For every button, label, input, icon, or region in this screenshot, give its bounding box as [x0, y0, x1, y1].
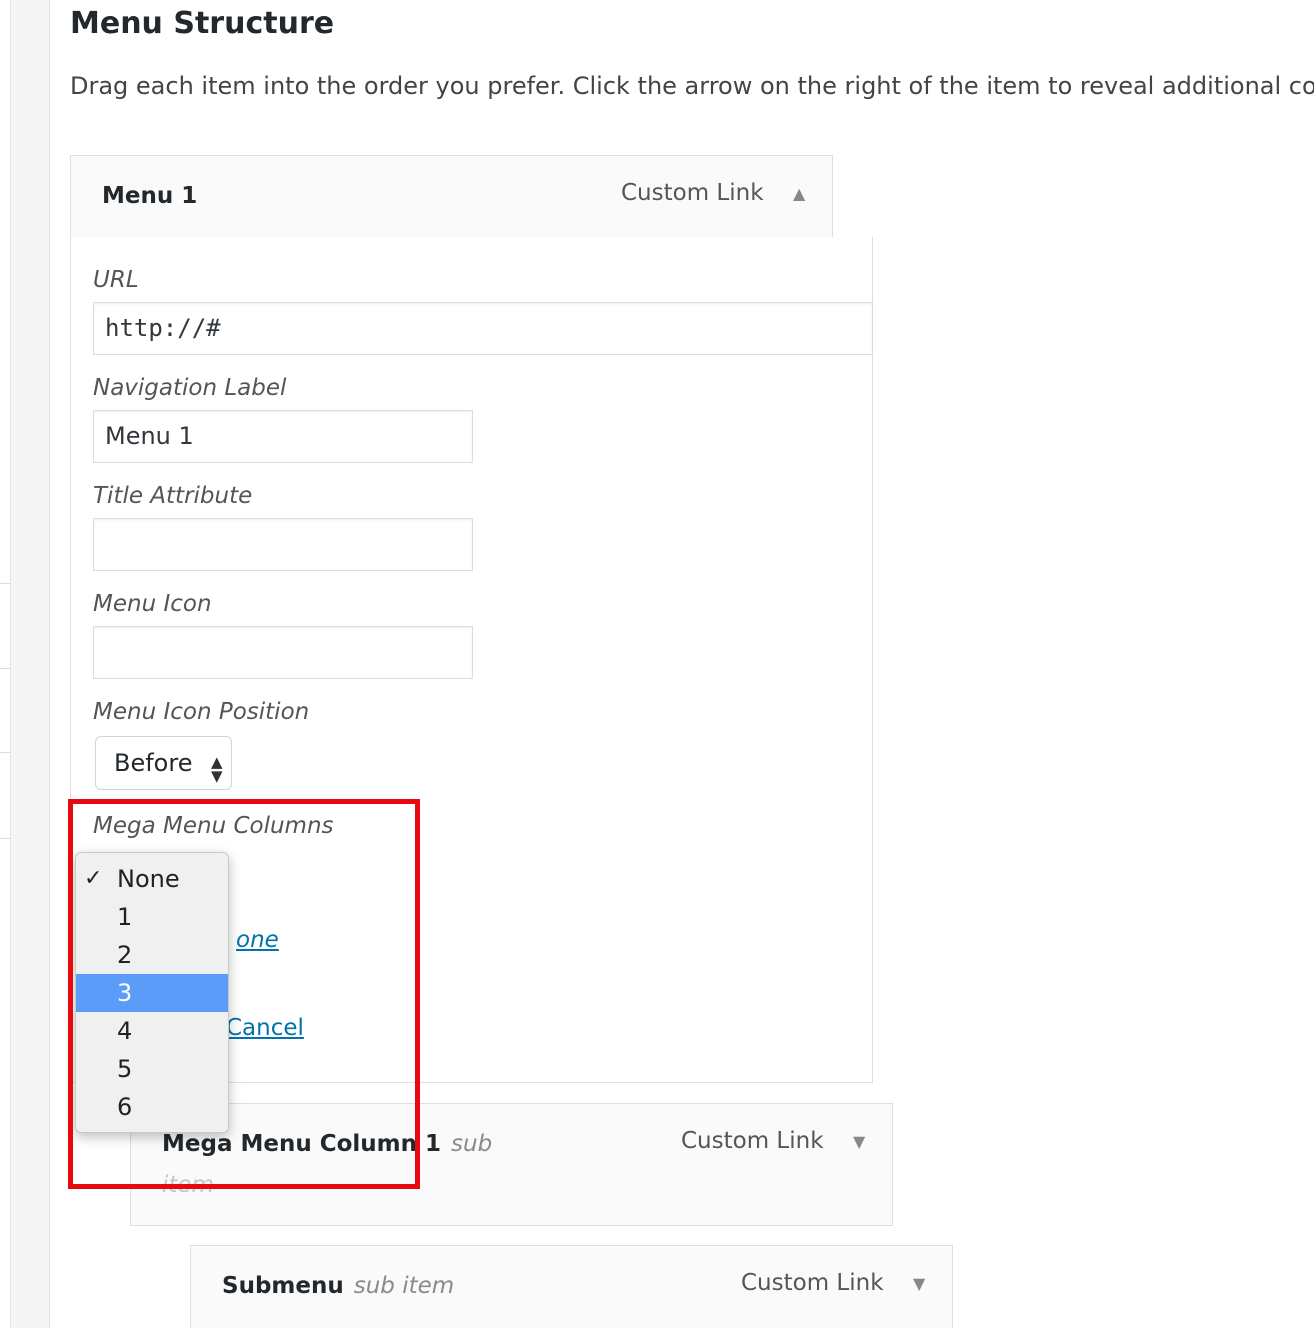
menu-item-title: Mega Menu Column 1 sub [162, 1131, 492, 1157]
admin-sidebar-edge [0, 0, 11, 1328]
menu-item-title-text: Mega Menu Column 1 [162, 1131, 442, 1157]
dropdown-option-label: 2 [117, 941, 133, 969]
dropdown-option-label: 3 [117, 979, 133, 1007]
navigation-label-label: Navigation Label [93, 375, 287, 401]
sidebar-divider [0, 838, 10, 839]
menu-item-title: Submenu sub item [222, 1273, 454, 1299]
left-gutter-panel [11, 0, 50, 1328]
menu-icon-input[interactable] [93, 626, 473, 679]
dropdown-option-label: 1 [117, 903, 133, 931]
dropdown-option-label: 6 [117, 1093, 133, 1121]
dropdown-option-label: 5 [117, 1055, 133, 1083]
sidebar-divider [0, 583, 10, 584]
triangle-up-icon[interactable]: ▲ [793, 184, 805, 203]
mega-menu-columns-label: Mega Menu Columns [93, 813, 334, 839]
menu-item-header-mega-menu-column-1[interactable]: Mega Menu Column 1 sub item Custom Link ▼ [130, 1103, 893, 1226]
triangle-down-icon[interactable]: ▼ [913, 1274, 925, 1293]
menu-icon-position-select[interactable]: Before ▲ ▼ [95, 736, 232, 790]
menu-icon-position-label: Menu Icon Position [93, 699, 310, 725]
triangle-down-icon[interactable]: ▼ [853, 1132, 865, 1151]
dropdown-option-1[interactable]: 1 [76, 898, 228, 936]
menu-icon-position-value: Before [114, 749, 193, 777]
menu-item-header-submenu[interactable]: Submenu sub item Custom Link ▼ [190, 1245, 953, 1328]
dropdown-option-none[interactable]: ✓ None [76, 860, 228, 898]
url-label: URL [93, 267, 139, 293]
menu-item-sub-label: sub [451, 1131, 493, 1157]
menu-item-type: Custom Link [741, 1270, 884, 1296]
checkmark-icon: ✓ [84, 866, 103, 891]
dropdown-option-5[interactable]: 5 [76, 1050, 228, 1088]
mega-menu-columns-dropdown[interactable]: ✓ None 1 2 3 4 5 6 [75, 852, 229, 1133]
dropdown-option-2[interactable]: 2 [76, 936, 228, 974]
navigation-label-input[interactable]: Menu 1 [93, 410, 473, 463]
menu-item-sub-label-overflow: item [162, 1172, 214, 1198]
menu-editor-main: Menu Structure Drag each item into the o… [50, 0, 1314, 1328]
menu-item-type: Custom Link [621, 180, 764, 206]
page-description: Drag each item into the order you prefer… [70, 72, 1314, 100]
menu-item-title-text: Submenu [222, 1273, 344, 1299]
menu-item-title: Menu 1 [102, 183, 198, 209]
dropdown-option-4[interactable]: 4 [76, 1012, 228, 1050]
title-attribute-input[interactable] [93, 518, 473, 571]
dropdown-option-6[interactable]: 6 [76, 1088, 228, 1126]
menu-item-header-menu-1[interactable]: Menu 1 Custom Link ▲ [70, 155, 833, 238]
page-title: Menu Structure [70, 6, 335, 41]
url-input[interactable]: http://# [93, 302, 873, 355]
dropdown-option-label: 4 [117, 1017, 133, 1045]
move-one-link[interactable]: one [236, 927, 279, 953]
dropdown-option-3[interactable]: 3 [76, 974, 228, 1012]
menu-icon-label: Menu Icon [93, 591, 212, 617]
menu-item-sub-label: sub item [353, 1273, 455, 1299]
dropdown-option-label: None [117, 865, 180, 893]
title-attribute-label: Title Attribute [93, 483, 253, 509]
cancel-link[interactable]: Cancel [226, 1015, 304, 1041]
sidebar-divider [0, 752, 10, 753]
sidebar-divider [0, 668, 10, 669]
menu-item-type: Custom Link [681, 1128, 824, 1154]
